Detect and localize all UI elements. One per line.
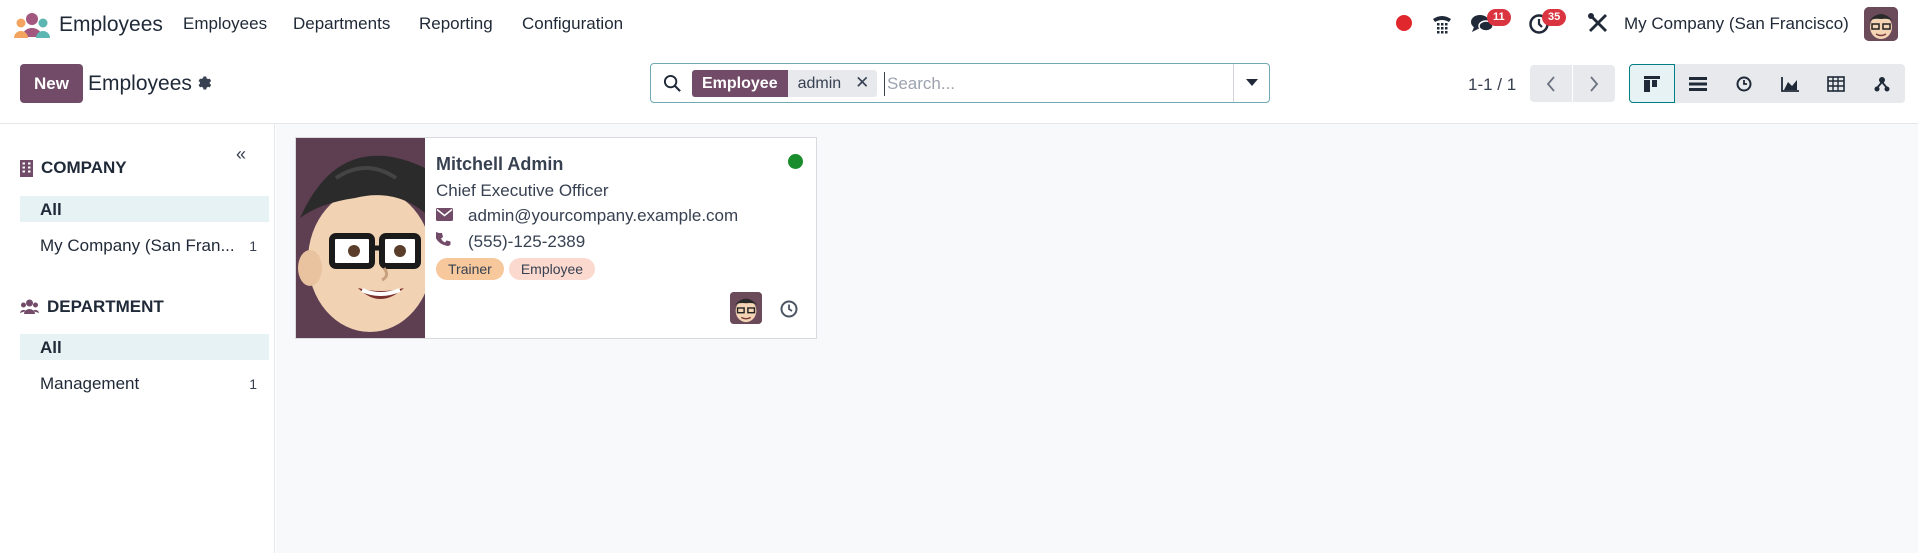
phone-dialer-icon[interactable]: [1430, 12, 1454, 36]
tools-icon[interactable]: [1587, 12, 1609, 34]
new-button[interactable]: New: [20, 64, 83, 103]
kanban-view-button[interactable]: [1629, 64, 1675, 103]
responsible-user-avatar[interactable]: [730, 292, 762, 324]
search-icon[interactable]: [663, 74, 682, 93]
company-filter-all[interactable]: All: [20, 196, 269, 222]
company-filter-label: All: [40, 200, 62, 219]
remove-facet-icon[interactable]: ✕: [855, 74, 869, 97]
search-options-toggle[interactable]: [1233, 64, 1269, 102]
search-input[interactable]: [884, 72, 1224, 96]
responsible-avatar-face-icon: [730, 292, 762, 324]
user-avatar[interactable]: [1864, 7, 1898, 41]
activity-view-button[interactable]: [1721, 64, 1767, 103]
phone-icon: [434, 232, 468, 252]
graph-view-button[interactable]: [1767, 64, 1813, 103]
employee-email-line: admin@yourcompany.example.com: [436, 206, 738, 226]
caret-down-icon: [1246, 79, 1258, 86]
app-name[interactable]: Employees: [59, 13, 163, 37]
view-switcher: [1629, 64, 1905, 103]
pager-previous-button[interactable]: [1530, 65, 1572, 102]
pager-next-button[interactable]: [1573, 65, 1615, 102]
employee-tags: Trainer Employee: [436, 258, 596, 280]
hierarchy-view-button[interactable]: [1859, 64, 1905, 103]
pager-value[interactable]: 1-1 / 1: [1468, 75, 1516, 95]
search-facet: Employee admin ✕: [692, 70, 878, 97]
company-filter-label: My Company (San Fran...: [40, 236, 235, 255]
page-title: Employees: [88, 72, 192, 95]
activity-clock-icon[interactable]: [780, 300, 798, 318]
facet-value-wrap: admin ✕: [787, 70, 878, 97]
employee-name: Mitchell Admin: [436, 154, 564, 174]
envelope-icon: [436, 206, 468, 226]
collapse-panel-icon[interactable]: «: [236, 144, 246, 165]
department-filter-all[interactable]: All: [20, 334, 269, 360]
presence-online-icon: [788, 154, 803, 169]
building-icon: [20, 159, 33, 177]
activities-count-badge: 35: [1542, 9, 1567, 26]
employee-photo: [296, 138, 425, 338]
facet-label: Employee: [692, 70, 788, 97]
list-icon: [1689, 76, 1707, 91]
search-bar: Employee admin ✕: [650, 63, 1270, 103]
employee-card[interactable]: Mitchell Admin Chief Executive Officer a…: [295, 137, 817, 339]
employee-email[interactable]: admin@yourcompany.example.com: [468, 206, 738, 226]
list-view-button[interactable]: [1675, 64, 1721, 103]
kanban-icon: [1644, 75, 1660, 92]
department-filter-count: 1: [249, 376, 257, 392]
kanban-area: Mitchell Admin Chief Executive Officer a…: [276, 124, 1918, 553]
employee-phone-line: (555)-125-2389: [434, 232, 585, 252]
nav-employees[interactable]: Employees: [183, 14, 267, 34]
department-filter-management[interactable]: Management 1: [20, 370, 269, 396]
app-logo-icon[interactable]: [14, 11, 50, 39]
recording-indicator-icon[interactable]: [1396, 15, 1412, 31]
pivot-view-button[interactable]: [1813, 64, 1859, 103]
tag-trainer: Trainer: [436, 258, 504, 280]
chevron-left-icon: [1546, 75, 1555, 92]
org-chart-icon: [1874, 76, 1890, 91]
chevron-right-icon: [1590, 75, 1599, 92]
department-section-header: DEPARTMENT: [20, 297, 164, 317]
area-chart-icon: [1780, 76, 1799, 92]
top-navbar: Employees Employees Departments Reportin…: [0, 0, 1918, 50]
nav-configuration[interactable]: Configuration: [522, 14, 623, 34]
employee-photo-illustration: [296, 138, 425, 338]
user-avatar-face-icon: [1864, 7, 1898, 41]
company-filter-count: 1: [249, 238, 257, 254]
pager-buttons: [1530, 65, 1615, 102]
department-filter-label: Management: [40, 374, 140, 393]
nav-departments[interactable]: Departments: [293, 14, 390, 34]
company-switcher[interactable]: My Company (San Francisco): [1624, 14, 1849, 34]
users-icon: [20, 299, 39, 314]
gear-icon[interactable]: [196, 74, 213, 91]
department-filter-label: All: [40, 338, 62, 357]
company-section-title: COMPANY: [41, 158, 127, 177]
employee-job-title: Chief Executive Officer: [436, 181, 609, 200]
company-section-header: COMPANY: [20, 158, 127, 178]
department-section-title: DEPARTMENT: [47, 297, 164, 316]
nav-reporting[interactable]: Reporting: [419, 14, 493, 34]
table-icon: [1827, 75, 1845, 92]
messages-count-badge: 11: [1487, 9, 1511, 26]
clock-icon: [1736, 76, 1752, 91]
company-filter-my-company[interactable]: My Company (San Fran... 1: [20, 232, 269, 258]
search-panel: « COMPANY All My Company (San Fran... 1 …: [0, 124, 275, 553]
facet-value: admin: [797, 75, 842, 92]
tag-employee: Employee: [508, 258, 596, 280]
employee-phone[interactable]: (555)-125-2389: [468, 232, 585, 252]
